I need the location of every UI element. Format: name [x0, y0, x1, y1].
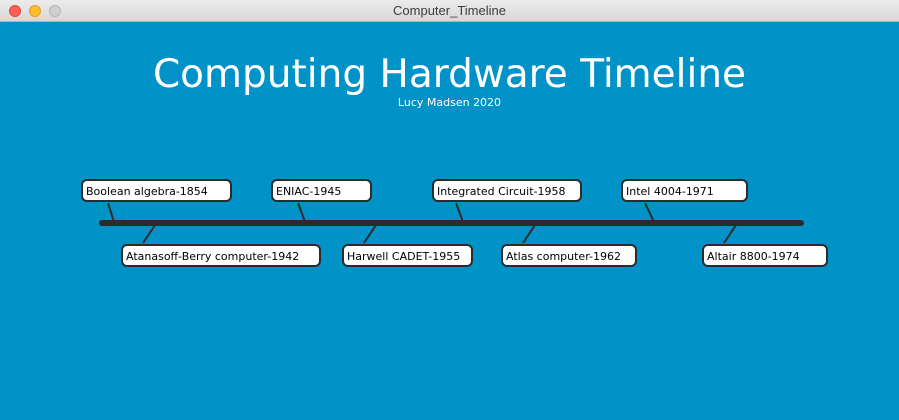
connector-eniac — [297, 202, 306, 223]
event-integrated-circuit: Integrated Circuit-1958 — [432, 179, 582, 202]
event-atanasoff-berry: Atanasoff-Berry computer-1942 — [121, 244, 321, 267]
app-window: Computer_Timeline Computing Hardware Tim… — [0, 0, 899, 420]
connector-intel-4004 — [644, 202, 655, 223]
event-intel-4004: Intel 4004-1971 — [621, 179, 748, 202]
connector-harwell-cadet — [363, 224, 377, 244]
event-eniac: ENIAC-1945 — [271, 179, 372, 202]
connector-atlas — [522, 224, 536, 244]
connector-atanasoff-berry — [142, 224, 156, 244]
event-altair: Altair 8800-1974 — [702, 244, 828, 267]
title-bar[interactable]: Computer_Timeline — [0, 0, 899, 22]
connector-integrated-circuit — [455, 202, 464, 223]
event-boolean-algebra: Boolean algebra-1854 — [81, 179, 232, 202]
connector-altair — [723, 224, 737, 244]
timeline-graphic — [99, 202, 804, 244]
window-title: Computer_Timeline — [393, 3, 506, 18]
event-atlas: Atlas computer-1962 — [501, 244, 637, 267]
timeline-canvas: Computing Hardware Timeline Lucy Madsen … — [0, 22, 899, 420]
event-harwell-cadet: Harwell CADET-1955 — [342, 244, 473, 267]
connector-boolean-algebra — [107, 202, 115, 223]
